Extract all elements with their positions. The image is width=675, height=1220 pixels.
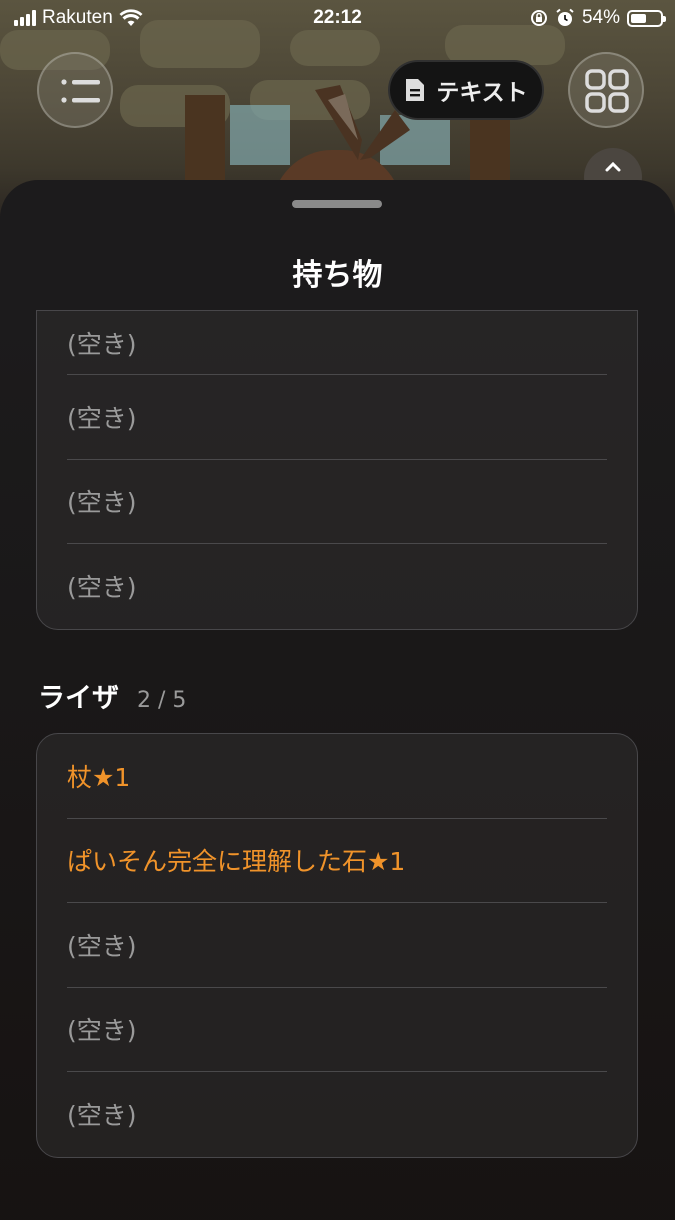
list-item[interactable]: (空き) <box>67 375 607 460</box>
section-name: ライザ <box>38 683 119 714</box>
sheet-title: 持ち物 <box>292 258 383 293</box>
grid-menu-button[interactable] <box>568 52 644 128</box>
rotation-lock-icon <box>530 10 547 26</box>
list-item[interactable]: (空き) <box>67 544 607 629</box>
text-button[interactable]: テキスト <box>388 60 544 120</box>
battery-icon <box>627 9 666 27</box>
list-item[interactable]: (空き) <box>67 1072 607 1157</box>
upper-slot-card: (空き) (空き) (空き) (空き) <box>36 310 638 630</box>
list-item[interactable]: (空き) <box>67 988 607 1072</box>
sheet-drag-handle[interactable] <box>292 200 382 208</box>
alarm-icon <box>556 8 574 26</box>
list-item[interactable]: (空き) <box>67 903 607 988</box>
character-slot-card: 杖★1 ぱいそん完全に理解した石★1 (空き) (空き) (空き) <box>36 733 638 1158</box>
list-item[interactable]: (空き) <box>67 460 607 544</box>
document-icon <box>406 79 425 101</box>
status-right: 54% <box>530 7 666 29</box>
list-item[interactable]: 杖★1 <box>67 734 607 819</box>
list-item[interactable]: ぱいそん完全に理解した石★1 <box>67 819 607 903</box>
sheet-scroll-area[interactable]: (空き) (空き) (空き) (空き) ライザ 2 / 5 杖★1 ぱいそん完全… <box>0 310 675 1220</box>
list-item[interactable]: (空き) <box>67 311 607 375</box>
inventory-sheet: 持ち物 (空き) (空き) (空き) (空き) ライザ 2 / 5 杖★1 ぱい… <box>0 180 675 1220</box>
grid-icon <box>585 69 629 113</box>
status-bar: Rakuten 22:12 54% <box>0 0 675 38</box>
battery-fill <box>631 13 647 23</box>
menu-button[interactable] <box>37 52 113 128</box>
section-count: 2 / 5 <box>137 688 187 713</box>
section-header: ライザ 2 / 5 <box>38 676 186 715</box>
list-icon <box>61 79 100 103</box>
chevron-up-icon <box>605 161 621 172</box>
text-button-label: テキスト <box>436 80 528 106</box>
battery-percent: 54% <box>581 7 620 28</box>
